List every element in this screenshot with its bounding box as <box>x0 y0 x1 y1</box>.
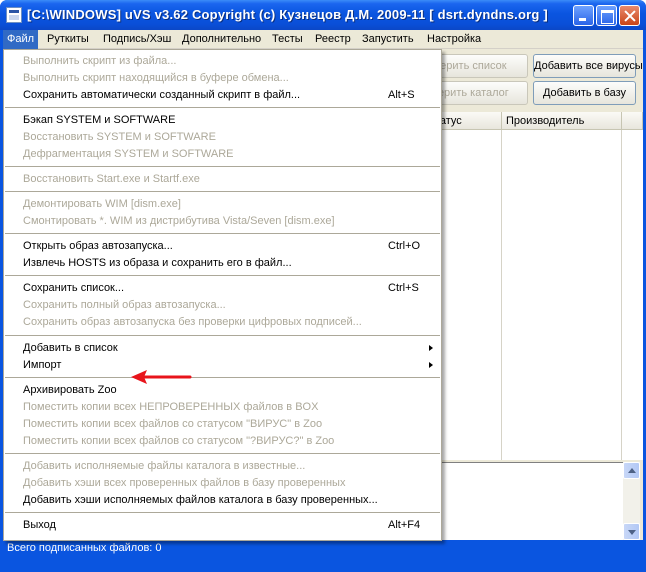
menubar: Файл Руткиты Подпись/Хэш Дополнительно Т… <box>3 30 643 49</box>
app-icon[interactable] <box>6 7 22 23</box>
menu-item-open-autorun-image[interactable]: Открыть образ автозапуска... Ctrl+O <box>4 238 441 255</box>
menu-item-run-script-from-clipboard[interactable]: Выполнить скрипт находящийся в буфере об… <box>4 70 441 87</box>
add-to-db-button[interactable]: Добавить в базу <box>533 81 636 105</box>
menu-item-unmount-wim[interactable]: Демонтировать WIM [dism.exe] <box>4 196 441 213</box>
menu-item-label: Открыть образ автозапуска... <box>23 240 173 252</box>
title-bar[interactable]: [C:\WINDOWS] uVS v3.62 Copyright (c) Куз… <box>0 0 646 30</box>
column-header-manufacturer[interactable]: Производитель <box>502 112 622 130</box>
menu-item-copy-suspect-to-zoo[interactable]: Поместить копии всех файлов со статусом … <box>4 433 441 450</box>
menu-run[interactable]: Запустить <box>358 30 418 49</box>
menu-item-save-auto-script[interactable]: Сохранить автоматически созданный скрипт… <box>4 87 441 104</box>
menu-item-label: Бэкап SYSTEM и SOFTWARE <box>23 114 176 126</box>
menu-item-add-catalog-executables[interactable]: Добавить исполняемые файлы каталога в из… <box>4 458 441 475</box>
menu-item-label: Сохранить автоматически созданный скрипт… <box>23 89 301 101</box>
menu-separator <box>5 335 440 336</box>
menu-item-shortcut: Alt+F4 <box>388 519 421 531</box>
menu-item-backup-system-software[interactable]: Бэкап SYSTEM и SOFTWARE <box>4 112 441 129</box>
menu-item-label: Демонтировать WIM [dism.exe] <box>23 198 181 210</box>
menu-separator <box>5 107 440 108</box>
menu-item-import[interactable]: Импорт <box>4 357 441 374</box>
grid-line <box>501 130 502 460</box>
menu-separator <box>5 453 440 454</box>
menu-item-shortcut: Alt+S <box>388 89 415 101</box>
menu-item-save-list[interactable]: Сохранить список... Ctrl+S <box>4 280 441 297</box>
menu-item-label: Восстановить Start.exe и Startf.exe <box>23 173 200 185</box>
app-window: [C:\WINDOWS] uVS v3.62 Copyright (c) Куз… <box>0 0 646 572</box>
menu-settings[interactable]: Настройка <box>423 30 485 49</box>
menu-separator <box>5 191 440 192</box>
menu-item-restore-start-exe[interactable]: Восстановить Start.exe и Startf.exe <box>4 171 441 188</box>
menu-item-label: Поместить копии всех НЕПРОВЕРЕННЫХ файло… <box>23 401 319 413</box>
menu-item-copy-virus-to-zoo[interactable]: Поместить копии всех файлов со статусом … <box>4 416 441 433</box>
column-header-extra[interactable] <box>622 112 643 130</box>
menu-item-label: Выполнить скрипт из файла... <box>23 55 177 67</box>
menu-item-add-catalog-hashes[interactable]: Добавить хэши исполняемых файлов каталог… <box>4 492 441 509</box>
menu-item-label: Сохранить список... <box>23 282 125 294</box>
red-arrow-icon <box>131 370 192 384</box>
menu-item-label: Поместить копии всех файлов со статусом … <box>23 435 335 447</box>
menu-item-extract-hosts[interactable]: Извлечь HOSTS из образа и сохранить его … <box>4 255 441 272</box>
menu-item-label: Импорт <box>23 359 62 371</box>
submenu-arrow-icon <box>429 345 433 351</box>
file-menu-dropdown: Выполнить скрипт из файла... Выполнить ск… <box>3 49 442 541</box>
menu-registry[interactable]: Реестр <box>311 30 355 49</box>
scroll-up-icon[interactable] <box>623 462 640 479</box>
menu-rootkits[interactable]: Руткиты <box>43 30 93 49</box>
menu-item-label: Восстановить SYSTEM и SOFTWARE <box>23 131 216 143</box>
menu-item-label: Выполнить скрипт находящийся в буфере об… <box>23 72 289 84</box>
menu-separator <box>5 233 440 234</box>
menu-item-label: Добавить хэши исполняемых файлов каталог… <box>23 494 378 506</box>
grid-line <box>621 130 622 460</box>
submenu-arrow-icon <box>429 362 433 368</box>
menu-separator <box>5 275 440 276</box>
menu-item-label: Сохранить образ автозапуска без проверки… <box>23 316 362 328</box>
menu-item-restore-system-software[interactable]: Восстановить SYSTEM и SOFTWARE <box>4 129 441 146</box>
client-area: Файл Руткиты Подпись/Хэш Дополнительно Т… <box>3 30 643 569</box>
menu-item-label: Архивировать Zoo <box>23 384 117 396</box>
menu-item-label: Извлечь HOSTS из образа и сохранить его … <box>23 257 292 269</box>
menu-item-label: Смонтировать *. WIM из дистрибутива Vist… <box>23 215 335 227</box>
menu-item-label: Выход <box>23 519 56 531</box>
menu-item-exit[interactable]: Выход Alt+F4 <box>4 517 441 534</box>
minimize-button[interactable] <box>573 5 594 26</box>
close-button[interactable] <box>619 5 640 26</box>
menu-tests[interactable]: Тесты <box>268 30 307 49</box>
menu-item-archive-zoo[interactable]: Архивировать Zoo <box>4 382 441 399</box>
menu-separator <box>5 512 440 513</box>
menu-item-run-script-from-file[interactable]: Выполнить скрипт из файла... <box>4 53 441 70</box>
menu-item-save-autorun-image-no-sig[interactable]: Сохранить образ автозапуска без проверки… <box>4 314 441 331</box>
window-title: [C:\WINDOWS] uVS v3.62 Copyright (c) Куз… <box>27 7 548 22</box>
menu-item-label: Добавить хэши всех проверенных файлов в … <box>23 477 346 489</box>
menu-item-label: Поместить копии всех файлов со статусом … <box>23 418 323 430</box>
menu-item-shortcut: Ctrl+O <box>388 240 421 252</box>
menu-item-add-to-list[interactable]: Добавить в список <box>4 340 441 357</box>
add-all-viruses-button[interactable]: Добавить все вирусы <box>533 54 643 78</box>
maximize-button[interactable] <box>596 5 617 26</box>
vertical-scrollbar[interactable] <box>623 462 640 540</box>
menu-item-mount-wim[interactable]: Смонтировать *. WIM из дистрибутива Vist… <box>4 213 441 230</box>
menu-file[interactable]: Файл <box>3 30 39 49</box>
status-bar: Всего подписанных файлов: 0 <box>3 540 643 569</box>
menu-additional[interactable]: Дополнительно <box>178 30 265 49</box>
menu-item-shortcut: Ctrl+S <box>388 282 419 294</box>
menu-item-copy-unchecked-to-box[interactable]: Поместить копии всех НЕПРОВЕРЕННЫХ файло… <box>4 399 441 416</box>
menu-item-label: Добавить исполняемые файлы каталога в из… <box>23 460 306 472</box>
menu-separator <box>5 166 440 167</box>
menu-item-label: Сохранить полный образ автозапуска... <box>23 299 226 311</box>
menu-item-add-checked-hashes[interactable]: Добавить хэши всех проверенных файлов в … <box>4 475 441 492</box>
scroll-down-icon[interactable] <box>623 523 640 540</box>
menu-signature-hash[interactable]: Подпись/Хэш <box>99 30 175 49</box>
menu-item-defrag-system-software[interactable]: Дефрагментация SYSTEM и SOFTWARE <box>4 146 441 163</box>
status-text: Всего подписанных файлов: 0 <box>7 542 162 554</box>
menu-item-label: Добавить в список <box>23 342 118 354</box>
menu-separator <box>5 377 440 378</box>
menu-item-label: Дефрагментация SYSTEM и SOFTWARE <box>23 148 234 160</box>
menu-item-save-full-autorun-image[interactable]: Сохранить полный образ автозапуска... <box>4 297 441 314</box>
